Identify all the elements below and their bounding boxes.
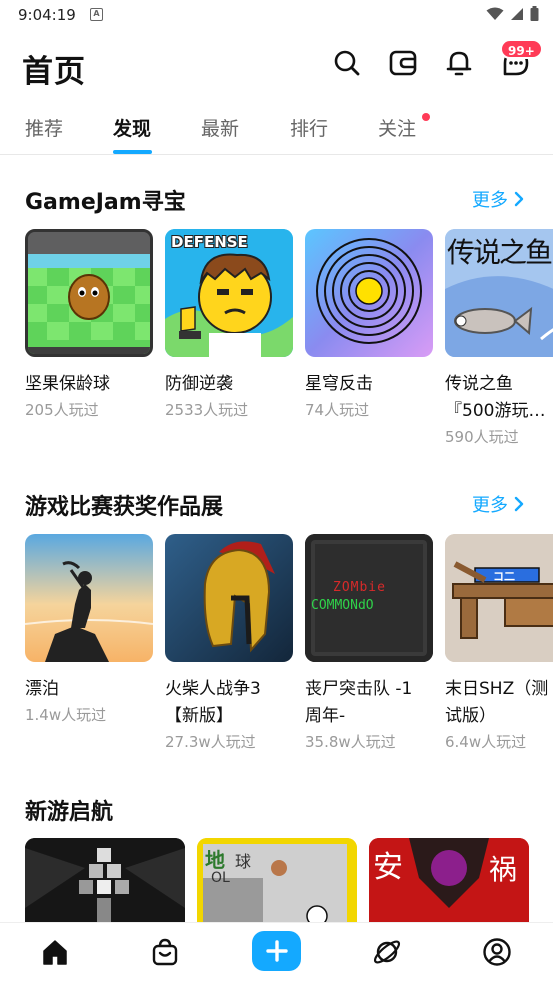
game-plays: 6.4w人玩过: [445, 733, 527, 751]
game-plays: 35.8w人玩过: [305, 733, 396, 751]
battery-icon: [530, 6, 539, 21]
search-icon[interactable]: [331, 46, 363, 80]
shop-icon[interactable]: [148, 935, 182, 969]
game-title: 传说之鱼『500游玩…: [445, 374, 546, 421]
wallet-icon[interactable]: [387, 46, 419, 80]
game-title: 火柴人战争3【新版】: [165, 679, 261, 726]
section-title-new-games: 新游启航: [25, 800, 114, 825]
commando-logo-text: COMMONdO: [311, 598, 374, 613]
bottom-nav: [0, 922, 553, 984]
notification-a-icon: A: [90, 8, 103, 21]
huo-char: 祸: [489, 853, 518, 886]
zombie-logo-text: ZOMbie: [333, 580, 386, 595]
game-title: 丧尸突击队 -1周年-: [305, 679, 413, 726]
game-title: 防御逆袭: [165, 374, 233, 394]
plus-icon: [265, 940, 288, 962]
game-card[interactable]: 火柴人战争3【新版】 27.3w人玩过: [165, 534, 293, 755]
new-game-thumbnail[interactable]: 地 球 OL: [197, 838, 357, 928]
more-link-contest[interactable]: 更多: [472, 491, 524, 517]
game-thumbnail: [25, 229, 153, 357]
chevron-right-icon: [514, 191, 524, 207]
game-plays: 205人玩过: [25, 401, 99, 419]
tab-latest[interactable]: 最新: [201, 114, 239, 141]
active-tab-indicator: [113, 150, 152, 154]
status-icons: [486, 6, 539, 21]
following-new-dot: [422, 113, 430, 121]
game-plays: 74人玩过: [305, 401, 370, 419]
tab-recommend[interactable]: 推荐: [25, 114, 63, 141]
game-card[interactable]: コ二 末日SHZ（测试版） 6.4w人玩过: [445, 534, 553, 755]
wifi-icon: [486, 7, 504, 20]
game-title: 末日SHZ（测试版）: [445, 679, 549, 726]
chevron-right-icon: [514, 496, 524, 512]
game-thumbnail: コ二: [445, 534, 553, 662]
page-title: 首页: [22, 54, 86, 90]
section-title-gamejam: GameJam寻宝: [25, 190, 186, 215]
tab-bar: 推荐 发现 最新 排行 关注: [0, 110, 553, 155]
game-thumbnail: ZOMbie COMMONdO: [305, 534, 433, 662]
more-label: 更多: [472, 190, 508, 211]
defense-logo-text: DEFENSE: [171, 233, 248, 251]
game-title: 星穹反击: [305, 374, 373, 394]
game-title: 坚果保龄球: [25, 374, 110, 394]
game-thumbnail: [305, 229, 433, 357]
game-card[interactable]: ZOMbie COMMONdO 丧尸突击队 -1周年- 35.8w人玩过: [305, 534, 433, 755]
game-plays: 1.4w人玩过: [25, 706, 107, 724]
signal-icon: [511, 7, 523, 20]
profile-icon[interactable]: [480, 935, 514, 969]
status-bar: 9:04:19 A: [0, 0, 553, 32]
bell-icon[interactable]: [443, 46, 475, 80]
game-thumbnail: 传说之鱼: [445, 229, 553, 357]
game-card[interactable]: 传说之鱼 传说之鱼『500游玩… 590人玩过: [445, 229, 553, 450]
home-icon[interactable]: [38, 935, 72, 969]
an-char: 安: [373, 850, 403, 885]
more-label: 更多: [472, 495, 508, 516]
create-button[interactable]: [252, 931, 301, 971]
tab-following[interactable]: 关注: [378, 114, 416, 141]
ol-text: OL: [211, 870, 230, 886]
game-card[interactable]: 星穹反击 74人玩过: [305, 229, 433, 423]
new-game-thumbnail[interactable]: 安 祸: [369, 838, 529, 928]
status-time: 9:04:19: [18, 6, 76, 24]
section-title-contest: 游戏比赛获奖作品展: [25, 495, 224, 520]
game-thumbnail: DEFENSE: [165, 229, 293, 357]
game-plays: 2533人玩过: [165, 401, 249, 419]
game-card[interactable]: 漂泊 1.4w人玩过: [25, 534, 153, 728]
game-plays: 27.3w人玩过: [165, 733, 256, 751]
more-link-gamejam[interactable]: 更多: [472, 186, 524, 212]
game-title: 漂泊: [25, 679, 59, 699]
game-thumbnail: [165, 534, 293, 662]
shz-sign-text: コ二: [493, 570, 515, 583]
message-badge: 99+: [500, 39, 543, 59]
game-thumbnail: [25, 534, 153, 662]
new-game-thumbnail[interactable]: [25, 838, 185, 928]
fish-title-art: 传说之鱼: [447, 236, 553, 269]
earth-char: 地: [205, 848, 225, 872]
planet-icon[interactable]: [370, 935, 404, 969]
tab-ranking[interactable]: 排行: [290, 114, 328, 141]
ball-char: 球: [235, 852, 252, 871]
tab-discover[interactable]: 发现: [113, 114, 151, 141]
game-card[interactable]: 坚果保龄球 205人玩过: [25, 229, 153, 423]
game-card[interactable]: DEFENSE 防御逆袭 2533人玩过: [165, 229, 293, 423]
game-plays: 590人玩过: [445, 428, 519, 446]
